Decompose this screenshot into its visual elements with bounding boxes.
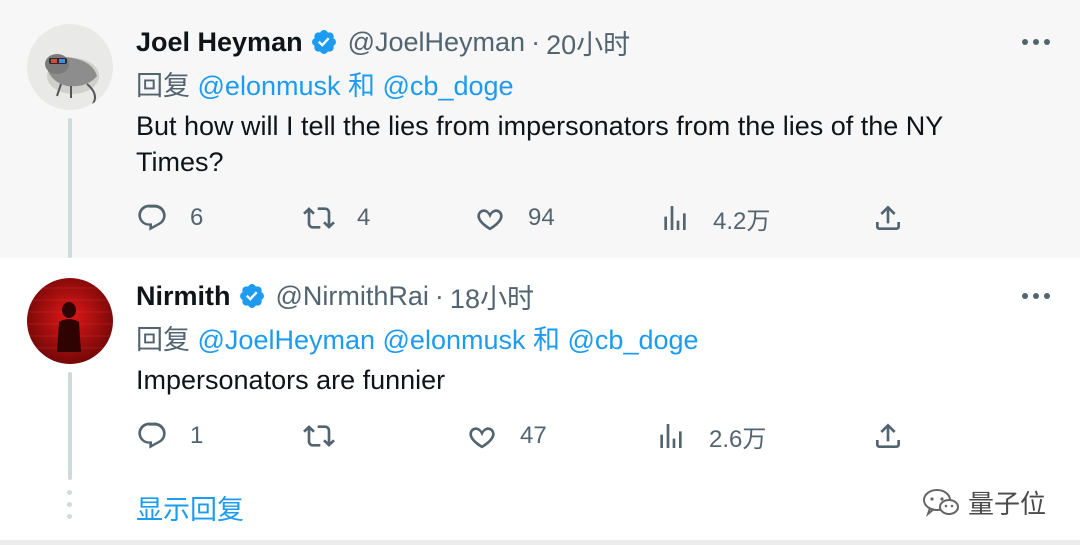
view-count: 2.6万 bbox=[709, 425, 767, 453]
reply-button[interactable]: 6 bbox=[136, 200, 203, 236]
view-count: 4.2万 bbox=[713, 207, 771, 235]
more-icon[interactable] bbox=[1022, 284, 1050, 308]
reply-prefix: 回复 bbox=[136, 71, 190, 101]
divider bbox=[0, 540, 1080, 545]
separator: · bbox=[434, 280, 444, 311]
reply-icon bbox=[138, 422, 166, 449]
timestamp[interactable]: 18小时 bbox=[450, 277, 534, 316]
tweet-header: Nirmith @NirmithRai · 18小时 bbox=[136, 278, 1050, 314]
like-icon bbox=[469, 427, 495, 449]
author-name[interactable]: Joel Heyman bbox=[136, 27, 303, 58]
tweet-text: Impersonators are funnier bbox=[136, 365, 446, 395]
avatar[interactable] bbox=[27, 24, 113, 110]
mention-link[interactable]: @cb_doge bbox=[568, 325, 699, 355]
tweet-joel-heyman[interactable]: Joel Heyman @JoelHeyman · 20小时 回复 @elonm… bbox=[0, 0, 1080, 258]
reply-count: 1 bbox=[190, 422, 204, 449]
retweet-icon bbox=[303, 207, 335, 229]
action-bar: 1 47 2.6万 bbox=[136, 418, 906, 454]
reply-to-line: 回复 @JoelHeyman @elonmusk 和 @cb_doge bbox=[136, 322, 1050, 358]
retweet-button[interactable]: 4 bbox=[303, 200, 370, 236]
mention-link[interactable]: @elonmusk bbox=[198, 71, 341, 101]
watermark-text: 量子位 bbox=[967, 489, 1046, 519]
reply-count: 6 bbox=[190, 204, 204, 231]
tweet-header: Joel Heyman @JoelHeyman · 20小时 bbox=[136, 24, 1050, 60]
separator: · bbox=[531, 26, 541, 57]
author-handle[interactable]: @NirmithRai bbox=[276, 281, 429, 312]
more-icon[interactable] bbox=[1022, 30, 1050, 54]
like-button[interactable]: 94 bbox=[474, 200, 555, 236]
mention-link[interactable]: @JoelHeyman bbox=[198, 325, 375, 355]
reply-button[interactable]: 1 bbox=[136, 418, 203, 454]
avatar[interactable] bbox=[27, 278, 113, 364]
tweet-content: Joel Heyman @JoelHeyman · 20小时 回复 @elonm… bbox=[136, 24, 1050, 180]
views-icon bbox=[664, 206, 686, 230]
action-bar: 6 4 94 4.2万 bbox=[136, 200, 906, 236]
retweet-button[interactable] bbox=[303, 418, 357, 454]
verified-badge-icon bbox=[239, 284, 264, 308]
like-count: 47 bbox=[520, 422, 547, 449]
like-icon bbox=[477, 209, 503, 231]
tweet-nirmith[interactable]: Nirmith @NirmithRai · 18小时 回复 @JoelHeyma… bbox=[0, 258, 1080, 480]
mention-link[interactable]: @elonmusk bbox=[383, 325, 526, 355]
watermark: 量子位 bbox=[922, 484, 1046, 521]
reply-to-line: 回复 @elonmusk 和 @cb_doge bbox=[136, 68, 1050, 104]
views-button[interactable]: 2.6万 bbox=[655, 418, 766, 454]
show-replies-link[interactable]: 显示回复 bbox=[136, 488, 244, 527]
views-button[interactable]: 4.2万 bbox=[659, 200, 770, 236]
thread-line bbox=[68, 118, 72, 258]
share-icon bbox=[876, 205, 900, 230]
tweet-content: Nirmith @NirmithRai · 18小时 回复 @JoelHeyma… bbox=[136, 278, 1050, 398]
retweet-icon bbox=[303, 425, 335, 447]
reply-icon bbox=[138, 204, 166, 231]
retweet-count: 4 bbox=[357, 204, 371, 231]
author-handle[interactable]: @JoelHeyman bbox=[348, 27, 525, 58]
author-name[interactable]: Nirmith bbox=[136, 281, 231, 312]
timestamp[interactable]: 20小时 bbox=[546, 23, 630, 62]
wechat-icon bbox=[922, 488, 959, 517]
reply-prefix: 回复 bbox=[136, 325, 190, 355]
views-icon bbox=[660, 424, 682, 448]
share-button[interactable] bbox=[872, 200, 904, 236]
mention-link[interactable]: @cb_doge bbox=[383, 71, 514, 101]
verified-badge-icon bbox=[311, 30, 336, 54]
share-icon bbox=[876, 423, 900, 448]
mention-conjunction: 和 bbox=[533, 325, 560, 355]
mention-conjunction: 和 bbox=[348, 71, 375, 101]
like-count: 94 bbox=[528, 204, 555, 231]
thread-dots bbox=[67, 490, 73, 526]
thread-line bbox=[68, 372, 72, 480]
share-button[interactable] bbox=[872, 418, 904, 454]
tweet-text: But how will I tell the lies from impers… bbox=[136, 111, 943, 177]
like-button[interactable]: 47 bbox=[466, 418, 547, 454]
